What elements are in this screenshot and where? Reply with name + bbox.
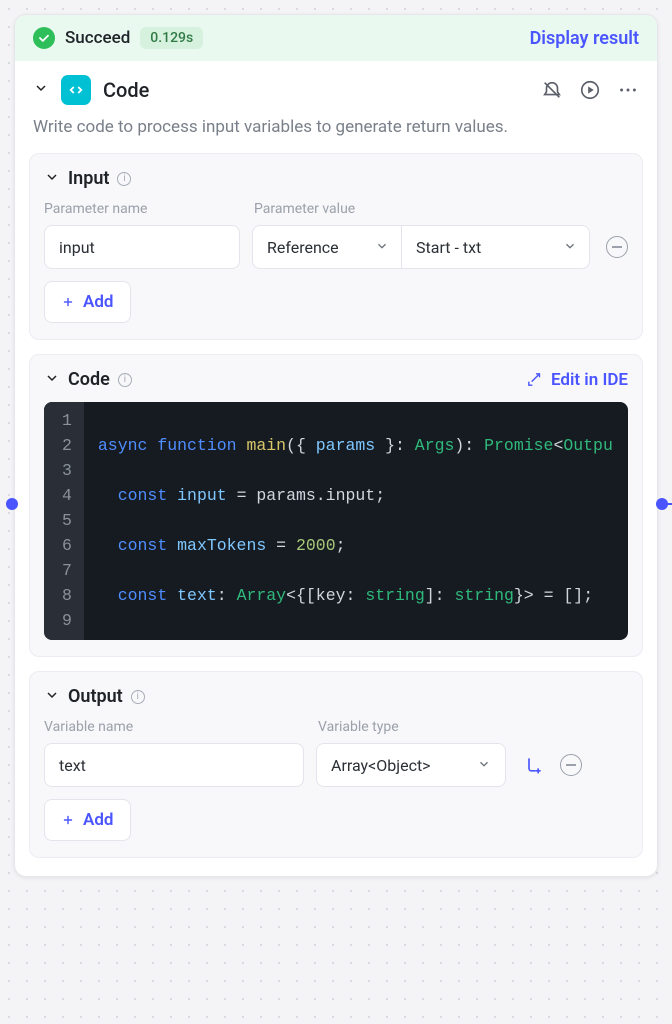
var-name-field[interactable]: text: [44, 743, 304, 787]
display-result-link[interactable]: Display result: [530, 28, 639, 49]
code-editor[interactable]: 1 2 3 4 5 6 7 8 9 async function main({ …: [44, 402, 628, 640]
var-type-value: Array<Object>: [331, 756, 431, 775]
status-time: 0.129s: [140, 27, 203, 49]
param-name-label: Parameter name: [44, 201, 240, 217]
input-port[interactable]: [6, 498, 18, 510]
add-child-button[interactable]: [524, 755, 544, 775]
output-collapse-toggle[interactable]: [44, 687, 60, 707]
code-section-title: Code: [68, 369, 110, 390]
run-icon[interactable]: [579, 79, 601, 101]
edit-in-ide-label: Edit in IDE: [551, 370, 628, 390]
node-description: Write code to process input variables to…: [15, 111, 657, 153]
edit-in-ide-button[interactable]: Edit in IDE: [526, 370, 628, 390]
info-icon[interactable]: i: [118, 373, 132, 387]
code-body[interactable]: async function main({ params }: Args): P…: [84, 402, 628, 640]
param-name-field[interactable]: input: [44, 225, 240, 269]
code-icon: [61, 75, 91, 105]
param-ref-select[interactable]: Start - txt: [402, 225, 590, 269]
add-output-button[interactable]: Add: [44, 799, 131, 841]
collapse-toggle[interactable]: [33, 80, 49, 100]
bell-off-icon[interactable]: [541, 79, 563, 101]
code-section: Code i Edit in IDE 1 2 3 4 5 6 7 8 9 asy…: [29, 354, 643, 657]
remove-output-button[interactable]: [560, 754, 582, 776]
status-bar: Succeed 0.129s Display result: [15, 15, 657, 61]
info-icon[interactable]: i: [131, 690, 145, 704]
output-section: Output i Variable name Variable type tex…: [29, 671, 643, 858]
param-value-label: Parameter value: [254, 201, 355, 217]
chevron-down-icon: [563, 238, 577, 257]
node-card: Succeed 0.129s Display result Code Write…: [14, 14, 658, 877]
chevron-down-icon: [375, 238, 389, 257]
status-label: Succeed: [65, 28, 130, 48]
add-input-label: Add: [83, 292, 114, 312]
remove-row-button[interactable]: [606, 236, 628, 258]
code-gutter: 1 2 3 4 5 6 7 8 9: [44, 402, 84, 640]
node-title: Code: [103, 78, 149, 102]
param-mode-value: Reference: [267, 238, 339, 257]
input-section-title: Input: [68, 168, 109, 189]
input-section: Input i Parameter name Parameter value i…: [29, 153, 643, 340]
var-name-label: Variable name: [44, 719, 304, 735]
output-section-title: Output: [68, 686, 123, 707]
success-icon: [33, 27, 55, 49]
more-icon[interactable]: [617, 79, 639, 101]
code-collapse-toggle[interactable]: [44, 370, 60, 390]
param-ref-value: Start - txt: [416, 238, 481, 257]
input-collapse-toggle[interactable]: [44, 169, 60, 189]
add-output-label: Add: [83, 810, 114, 830]
var-type-label: Variable type: [318, 719, 399, 735]
param-mode-select[interactable]: Reference: [252, 225, 402, 269]
output-row: text Array<Object>: [44, 743, 628, 787]
edge-line: [662, 503, 672, 505]
var-type-select[interactable]: Array<Object>: [316, 743, 506, 787]
add-input-button[interactable]: Add: [44, 281, 131, 323]
info-icon[interactable]: i: [117, 172, 131, 186]
chevron-down-icon: [477, 756, 491, 775]
header: Code: [15, 61, 657, 111]
input-row: input Reference Start - txt: [44, 225, 628, 269]
